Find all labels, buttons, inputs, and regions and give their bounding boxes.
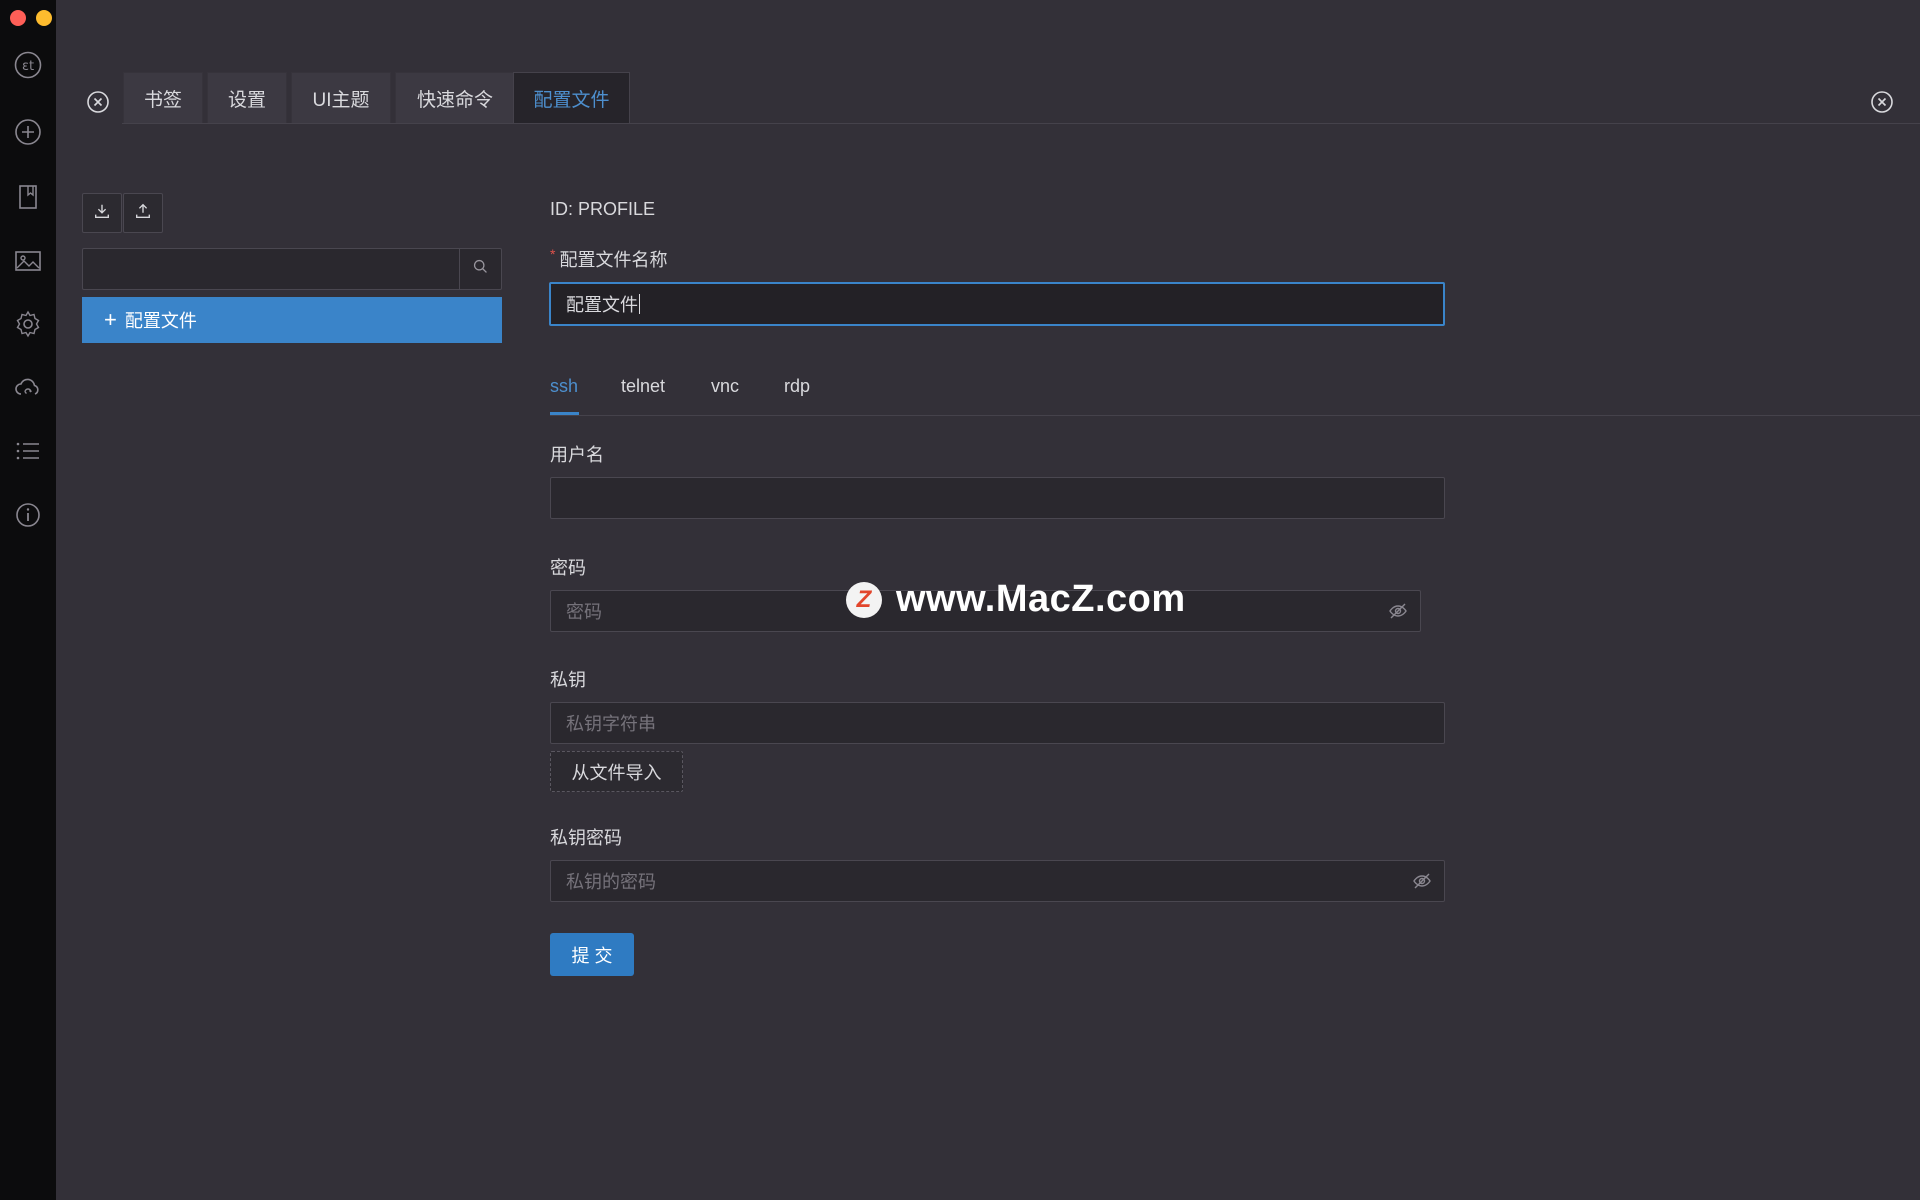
tab-settings[interactable]: 设置	[207, 72, 287, 123]
tab-label: 设置	[227, 89, 266, 111]
tab-quick-commands[interactable]: 快速命令	[395, 72, 515, 123]
svg-text:εt: εt	[22, 59, 34, 74]
image-icon[interactable]	[11, 244, 45, 278]
window-close-button[interactable]	[10, 10, 26, 26]
download-icon	[93, 202, 111, 225]
text-cursor	[639, 294, 640, 314]
tab-label: UI主题	[312, 89, 370, 111]
import-button[interactable]	[82, 193, 122, 233]
logo-icon[interactable]: εt	[11, 48, 45, 82]
profile-name-label: * 配置文件名称	[550, 246, 667, 272]
cloud-sync-icon[interactable]	[11, 371, 45, 405]
search-icon	[472, 258, 489, 280]
tab-rdp[interactable]: rdp	[784, 376, 810, 397]
watermark: Z www.MacZ.com	[846, 578, 1186, 621]
username-label: 用户名	[550, 445, 604, 465]
export-button[interactable]	[123, 193, 163, 233]
tab-vnc[interactable]: vnc	[711, 376, 739, 397]
tab-label: 书签	[143, 89, 182, 111]
subtab-divider	[550, 415, 1920, 416]
tab-telnet[interactable]: telnet	[621, 376, 665, 397]
tabbar-divider	[122, 123, 1920, 124]
app-sidebar: εt	[0, 0, 78, 1200]
key-password-label: 私钥密码	[550, 828, 622, 848]
import-from-file-label: 从文件导入	[571, 762, 662, 783]
bookmark-icon[interactable]	[11, 180, 45, 214]
private-key-label: 私钥	[550, 670, 586, 690]
key-password-placeholder: 私钥的密码	[566, 872, 656, 892]
main-panel: 书签 设置 UI主题 快速命令 配置文件 + 配置文件 ID: PROFILE …	[56, 0, 1920, 1200]
window-minimize-button[interactable]	[36, 10, 52, 26]
tab-profiles[interactable]: 配置文件	[513, 72, 630, 123]
profile-name-input[interactable]: 配置文件	[549, 282, 1445, 326]
tab-label: 快速命令	[416, 89, 493, 111]
add-profile-item[interactable]: + 配置文件	[82, 297, 502, 343]
profile-name-label-text: 配置文件名称	[559, 250, 668, 270]
list-icon[interactable]	[11, 434, 45, 468]
tab-ssh[interactable]: ssh	[550, 376, 578, 397]
required-mark: *	[550, 246, 556, 262]
eye-slash-icon[interactable]	[1388, 601, 1408, 621]
private-key-placeholder: 私钥字符串	[566, 714, 656, 734]
profile-id: ID: PROFILE	[550, 199, 656, 219]
gear-icon[interactable]	[11, 307, 45, 341]
watermark-logo-icon: Z	[846, 581, 882, 618]
info-icon[interactable]	[11, 498, 45, 532]
close-tab-panel-icon[interactable]	[86, 90, 110, 114]
tab-label: 配置文件	[533, 89, 610, 111]
plus-circle-icon[interactable]	[11, 115, 45, 149]
submit-button[interactable]: 提 交	[550, 933, 634, 976]
tab-bookmarks[interactable]: 书签	[123, 72, 203, 123]
profile-search-input[interactable]	[82, 248, 502, 290]
password-placeholder: 密码	[566, 602, 602, 622]
eye-slash-icon[interactable]	[1412, 871, 1432, 891]
password-label: 密码	[550, 558, 586, 578]
key-password-input[interactable]: 私钥的密码	[550, 860, 1445, 902]
plus-icon: +	[104, 307, 117, 332]
upload-icon	[134, 202, 152, 225]
profile-item-label: 配置文件	[124, 311, 197, 331]
username-input[interactable]	[550, 477, 1445, 519]
import-from-file-button[interactable]: 从文件导入	[550, 751, 683, 792]
tab-ui-theme[interactable]: UI主题	[291, 72, 391, 123]
close-settings-icon[interactable]	[1870, 90, 1894, 114]
profile-name-value: 配置文件	[566, 295, 638, 315]
search-button[interactable]	[459, 249, 501, 289]
watermark-text: www.MacZ.com	[896, 578, 1186, 620]
private-key-input[interactable]: 私钥字符串	[550, 702, 1445, 744]
submit-button-label: 提 交	[571, 945, 613, 966]
